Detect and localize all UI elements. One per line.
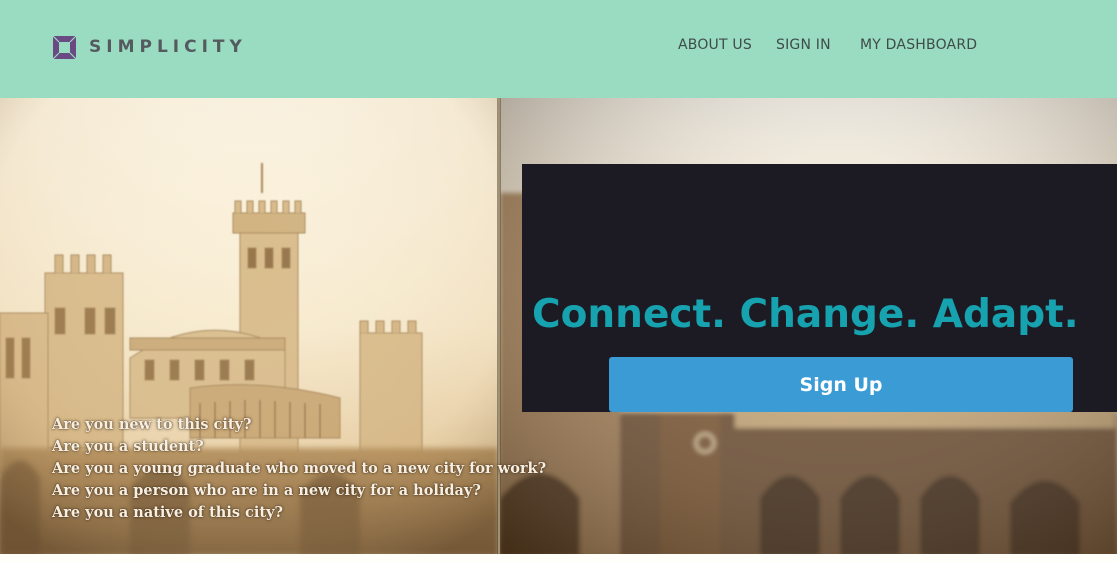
brand-name: SIMPLICITY <box>89 37 247 57</box>
nav-my-dashboard[interactable]: MY DASHBOARD <box>860 37 977 53</box>
hero-tagline: Connect. Change. Adapt. <box>532 292 1079 337</box>
square-frame-logo-icon <box>52 35 77 60</box>
question-item: Are you a student? <box>52 438 204 455</box>
question-item: Are you a person who are in a new city f… <box>52 482 481 499</box>
question-item: Are you new to this city? <box>52 416 252 433</box>
hero-bottom-edge <box>0 554 1117 562</box>
sign-up-button[interactable]: Sign Up <box>609 357 1073 412</box>
brand-logo[interactable]: SIMPLICITY <box>52 35 247 59</box>
site-header: SIMPLICITY ABOUT US SIGN IN MY DASHBOARD <box>0 0 1117 98</box>
question-item: Are you a young graduate who moved to a … <box>52 460 547 477</box>
question-item: Are you a native of this city? <box>52 504 284 521</box>
nav-about-us[interactable]: ABOUT US <box>678 37 752 53</box>
nav-sign-in[interactable]: SIGN IN <box>776 37 831 53</box>
hero-questions: Are you new to this city? Are you a stud… <box>52 414 547 524</box>
